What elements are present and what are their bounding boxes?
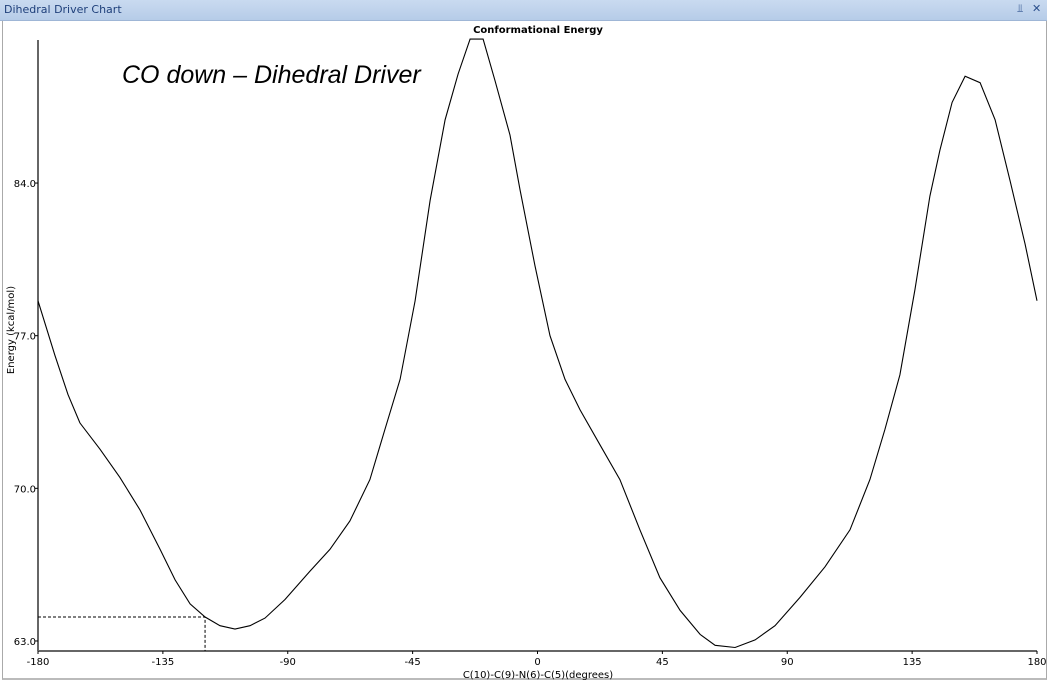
x-tick-label: -45	[404, 657, 420, 668]
x-tick-label: 135	[903, 657, 922, 668]
x-tick-label: 90	[781, 657, 794, 668]
chart-title: Conformational Energy	[473, 25, 603, 36]
x-tick-label: -180	[27, 657, 50, 668]
crosshair-guide	[38, 616, 206, 651]
annotation-text: CO down – Dihedral Driver	[122, 61, 422, 89]
x-tick-label: 180	[1027, 657, 1046, 668]
x-axis-label: C(10)-C(9)-N(6)-C(5)(degrees)	[463, 670, 613, 681]
y-axis-label: Energy (kcal/mol)	[6, 286, 17, 374]
y-tick-label: 77.0	[14, 332, 36, 343]
x-tick-label: 0	[534, 657, 540, 668]
y-tick-label: 70.0	[14, 484, 36, 495]
y-tick-label: 84.0	[14, 179, 36, 190]
energy-chart: Conformational Energy CO down – Dihedral…	[6, 25, 1047, 681]
x-tick-label: 45	[656, 657, 669, 668]
x-tick-label: -135	[152, 657, 175, 668]
y-tick-label: 63.0	[14, 637, 36, 648]
energy-series-line	[37, 38, 1038, 649]
x-tick-label: -90	[280, 657, 296, 668]
